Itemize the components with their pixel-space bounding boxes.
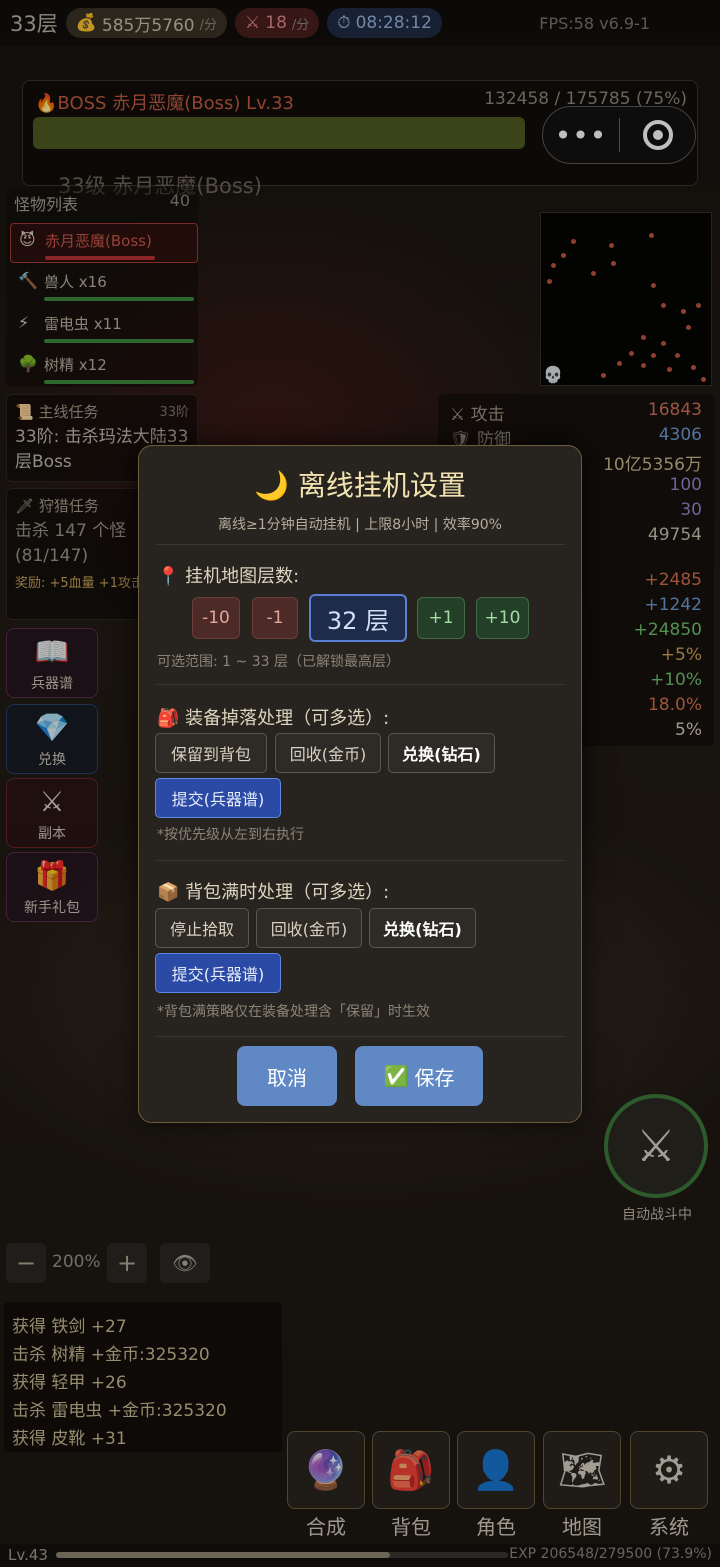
package-icon: 📦 xyxy=(157,882,180,903)
full-option-exchange[interactable]: 兑换(钻石) xyxy=(369,908,476,948)
dialog-title: 🌙 离线挂机设置 xyxy=(254,469,466,502)
divider xyxy=(157,544,565,545)
full-option-stop[interactable]: 停止拾取 xyxy=(155,908,249,948)
backpack-icon: 🎒 xyxy=(157,708,180,729)
divider xyxy=(157,860,565,861)
divider xyxy=(157,1036,565,1037)
drop-option-recycle[interactable]: 回收(金币) xyxy=(275,733,381,773)
full-option-submit[interactable]: 提交(兵器谱) xyxy=(155,953,281,993)
bag-full-section-title: 📦 背包满时处理（可多选）: xyxy=(157,882,390,903)
drop-section-title: 🎒 装备掉落处理（可多选）: xyxy=(157,708,390,729)
floor-minus1-button[interactable]: -1 xyxy=(252,597,298,639)
offline-idle-settings-dialog: 🌙 离线挂机设置 离线≥1分钟自动挂机 | 上限8小时 | 效率90% 📍 挂机… xyxy=(138,445,582,1123)
full-option-recycle[interactable]: 回收(金币) xyxy=(256,908,362,948)
floor-plus1-button[interactable]: +1 xyxy=(417,597,465,639)
drop-option-exchange[interactable]: 兑换(钻石) xyxy=(388,733,495,773)
bag-full-hint: *背包满策略仅在装备处理含「保留」时生效 xyxy=(157,1004,430,1020)
floor-range-hint: 可选范围: 1 ~ 33 层（已解锁最高层） xyxy=(157,654,400,670)
dialog-subtitle: 离线≥1分钟自动挂机 | 上限8小时 | 效率90% xyxy=(218,517,502,533)
save-button[interactable]: ✅ 保存 xyxy=(355,1046,483,1106)
floor-plus10-button[interactable]: +10 xyxy=(476,597,529,639)
crescent-moon-icon: 🌙 xyxy=(254,469,289,502)
cancel-button[interactable]: 取消 xyxy=(237,1046,337,1106)
drop-option-keep[interactable]: 保留到背包 xyxy=(155,733,267,773)
divider xyxy=(157,684,565,685)
floor-minus10-button[interactable]: -10 xyxy=(192,597,240,639)
pin-icon: 📍 xyxy=(157,566,180,587)
drop-option-submit[interactable]: 提交(兵器谱) xyxy=(155,778,281,818)
drop-hint: *按优先级从左到右执行 xyxy=(157,827,304,843)
current-floor-display: 32 层 xyxy=(309,594,407,642)
floor-section-title: 📍 挂机地图层数: xyxy=(157,566,300,587)
check-icon: ✅ xyxy=(383,1064,409,1088)
